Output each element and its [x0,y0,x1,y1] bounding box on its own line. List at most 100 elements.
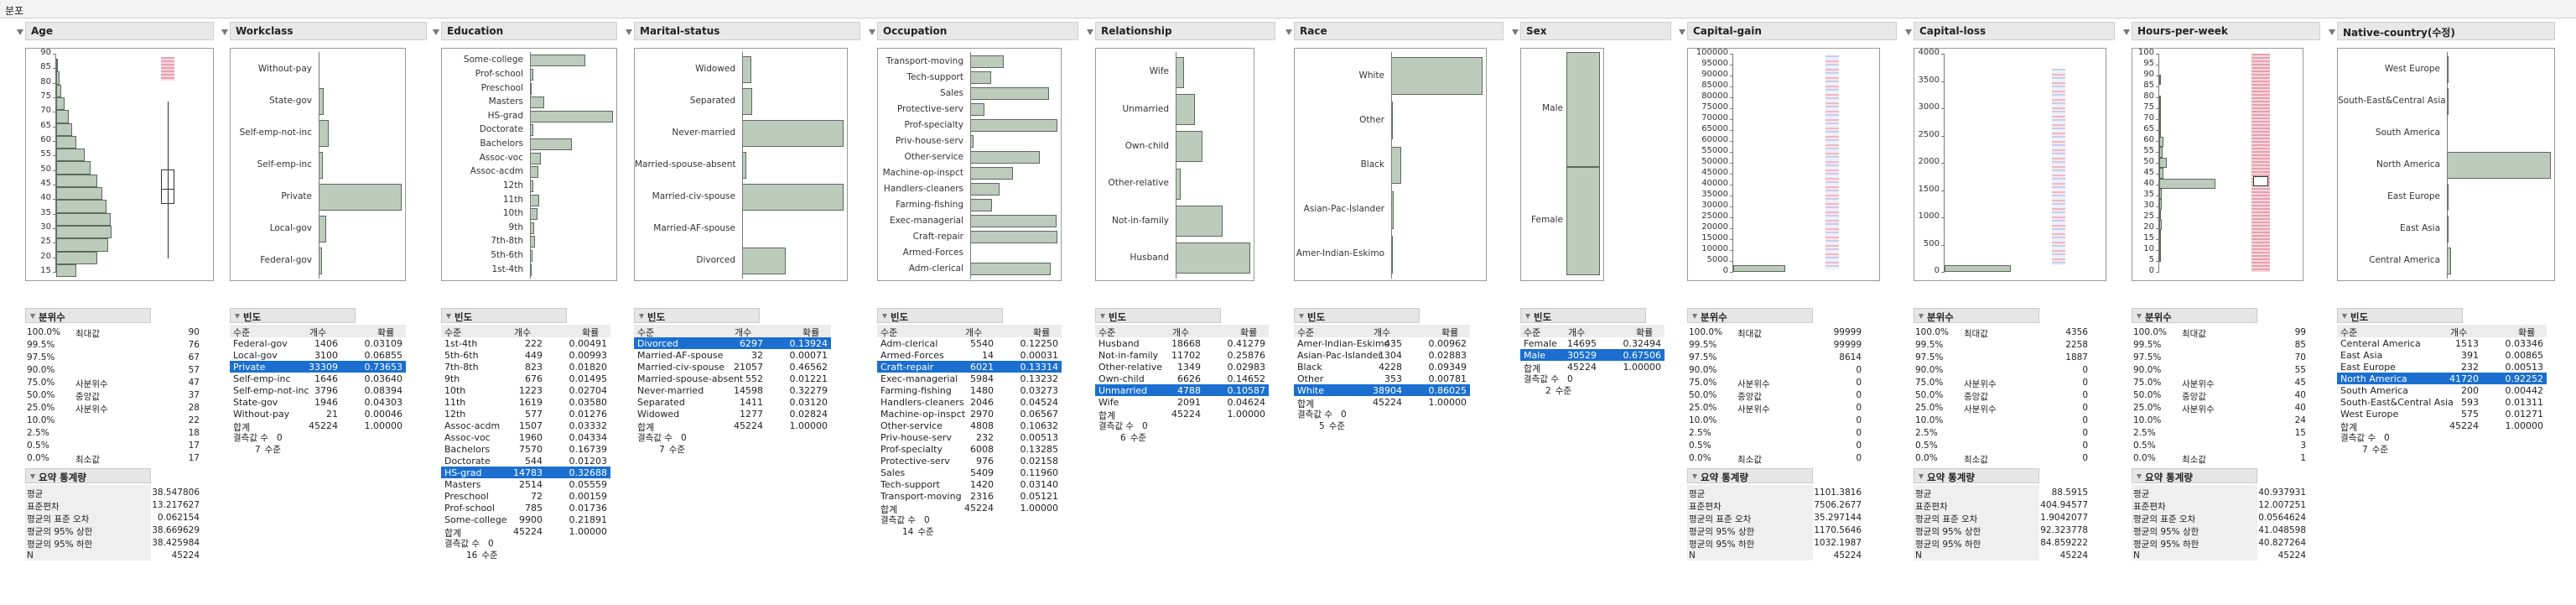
histogram-bar[interactable] [56,149,86,162]
collapse-triangle-icon[interactable] [1692,314,1697,319]
column-header[interactable]: Sex [1512,22,1671,40]
category-bar[interactable] [530,194,539,206]
column-header[interactable]: Race [1285,22,1504,40]
category-bar[interactable] [530,138,573,151]
category-bar[interactable] [742,56,751,83]
collapse-triangle-icon[interactable] [446,314,451,319]
category-bar[interactable] [530,55,586,67]
histogram-bar[interactable] [2159,230,2161,241]
collapse-triangle-icon[interactable] [1512,29,1519,35]
category-bar[interactable] [970,150,1041,164]
frequency-row[interactable]: Sales 5409 0.11960 [877,467,1062,478]
frequency-header[interactable]: 빈도 [1520,308,1646,323]
frequency-row[interactable]: Armed-Forces 14 0.00031 [877,349,1062,361]
frequency-header[interactable]: 빈도 [230,308,356,323]
category-bar[interactable] [530,166,538,179]
frequency-row[interactable]: Priv-house-serv 232 0.00513 [877,431,1062,443]
frequency-row[interactable]: Black 4228 0.09349 [1294,361,1470,373]
category-bar[interactable] [970,198,992,212]
frequency-row[interactable]: South America 200 0.00442 [2337,384,2547,396]
collapse-triangle-icon[interactable] [2123,29,2130,35]
frequency-row[interactable]: Female 14695 0.32494 [1520,337,1665,349]
frequency-row[interactable]: West Europe 575 0.01271 [2337,408,2547,420]
category-bar[interactable] [319,216,326,243]
frequency-header[interactable]: 빈도 [877,308,1003,323]
collapse-triangle-icon[interactable] [1525,314,1530,319]
frequency-row[interactable]: Wife 2091 0.04624 [1095,396,1269,408]
frequency-header[interactable]: 빈도 [2337,308,2463,323]
quantiles-header[interactable]: 분위수 [2132,308,2257,323]
frequency-row[interactable]: Other 353 0.00781 [1294,373,1470,384]
frequency-row[interactable]: Assoc-voc 1960 0.04334 [441,431,610,443]
column-header[interactable]: Capital-gain [1679,22,1897,40]
frequency-row[interactable]: Divorced 6297 0.13924 [634,337,831,349]
column-header[interactable]: Capital-loss [1905,22,2115,40]
frequency-row[interactable]: Handlers-cleaners 2046 0.04524 [877,396,1062,408]
category-bar[interactable] [742,184,844,211]
histogram-bar[interactable] [1733,265,1786,272]
collapse-triangle-icon[interactable] [235,314,240,319]
summary-header[interactable]: 요약 통계량 [1687,468,1813,483]
frequency-row[interactable]: Without-pay 21 0.00046 [230,408,406,420]
histogram-bar[interactable] [2159,95,2161,106]
category-bar[interactable] [970,118,1057,133]
frequency-row[interactable]: HS-grad 14783 0.32688 [441,467,610,478]
histogram-bar[interactable] [56,187,103,201]
category-bar[interactable] [1176,205,1223,237]
category-bar[interactable] [530,96,544,109]
column-header[interactable]: Native-country(수정) [2329,22,2555,40]
frequency-row[interactable]: 10th 1223 0.02704 [441,384,610,396]
category-bar[interactable] [1391,146,1401,185]
collapse-triangle-icon[interactable] [1285,29,1292,35]
frequency-header[interactable]: 빈도 [441,308,567,323]
category-bar[interactable] [970,102,984,117]
frequency-row[interactable]: 1st-4th 222 0.00491 [441,337,610,349]
frequency-row[interactable]: Self-emp-not-inc 3796 0.08394 [230,384,406,396]
mosaic-female[interactable] [1566,166,1600,275]
histogram-bar[interactable] [56,251,97,264]
histogram-bar[interactable] [56,200,106,213]
frequency-row[interactable]: Unmarried 4788 0.10587 [1095,384,1269,396]
frequency-row[interactable]: Married-spouse-absent 552 0.01221 [634,373,831,384]
frequency-row[interactable]: White 38904 0.86025 [1294,384,1470,396]
collapse-triangle-icon[interactable] [882,314,887,319]
histogram-bar[interactable] [2159,188,2163,200]
category-bar[interactable] [2447,152,2551,179]
frequency-row[interactable]: Prof-school 785 0.01736 [441,502,610,514]
collapse-triangle-icon[interactable] [626,29,632,35]
frequency-row[interactable]: Doctorate 544 0.01203 [441,455,610,467]
frequency-row[interactable]: Exec-managerial 5984 0.13232 [877,373,1062,384]
category-bar[interactable] [970,182,1000,196]
summary-header[interactable]: 요약 통계량 [25,468,151,483]
histogram-bar[interactable] [2159,74,2161,86]
collapse-triangle-icon[interactable] [1919,314,1924,319]
histogram-bar[interactable] [2159,147,2163,158]
category-bar[interactable] [1176,56,1184,88]
column-header[interactable]: Hours-per-week [2123,22,2320,40]
histogram-bar[interactable] [56,212,111,226]
histogram-bar[interactable] [56,71,60,85]
collapse-triangle-icon[interactable] [1905,29,1912,35]
frequency-row[interactable]: State-gov 1946 0.04303 [230,396,406,408]
frequency-header[interactable]: 빈도 [634,308,760,323]
quantiles-header[interactable]: 분위수 [1914,308,2039,323]
quantiles-header[interactable]: 분위수 [25,308,151,323]
collapse-triangle-icon[interactable] [1692,474,1697,479]
frequency-row[interactable]: Own-child 6626 0.14652 [1095,373,1269,384]
histogram-bar[interactable] [2159,105,2161,117]
frequency-row[interactable]: East Asia 391 0.00865 [2337,349,2547,361]
frequency-row[interactable]: Prof-specialty 6008 0.13285 [877,443,1062,455]
histogram-bar[interactable] [56,238,108,252]
box-plot[interactable] [2252,175,2268,186]
histogram-bar[interactable] [2159,157,2168,169]
frequency-header[interactable]: 빈도 [1095,308,1221,323]
summary-header[interactable]: 요약 통계량 [2132,468,2257,483]
frequency-row[interactable]: Private 33309 0.73653 [230,361,406,373]
frequency-row[interactable]: Self-emp-inc 1646 0.03640 [230,373,406,384]
histogram-bar[interactable] [2159,137,2164,148]
histogram-bar[interactable] [56,123,73,136]
category-bar[interactable] [742,88,753,115]
collapse-triangle-icon[interactable] [1087,29,1093,35]
category-bar[interactable] [1176,93,1196,126]
column-header[interactable]: Marital-status [626,22,860,40]
